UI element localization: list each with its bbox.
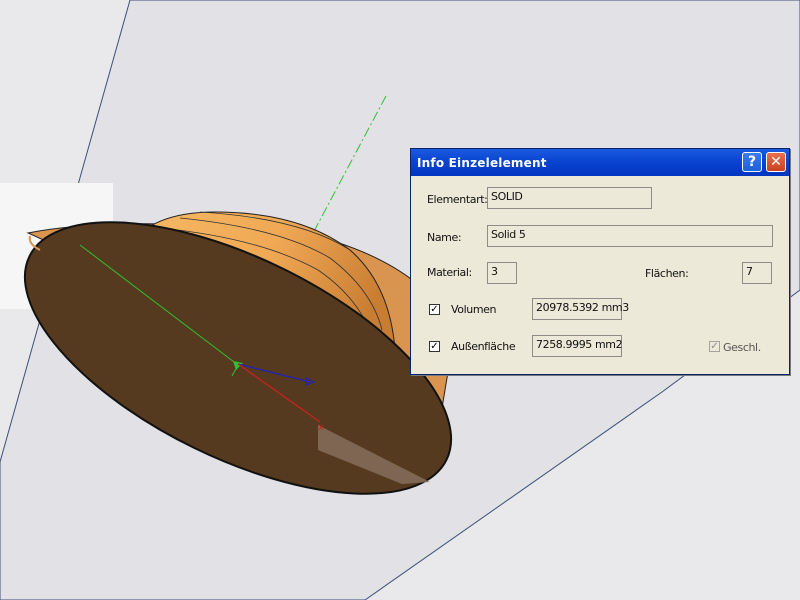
material-field: 3 — [487, 262, 517, 284]
flaechen-label: Flächen: — [645, 267, 689, 280]
geschl-checkbox: ✓ — [709, 341, 720, 352]
volumen-checkbox[interactable]: ✓ — [429, 304, 440, 315]
dialog-titlebar[interactable]: Info Einzelelement ? ✕ — [411, 149, 789, 176]
geschl-label: Geschl. — [723, 341, 761, 354]
dialog-title: Info Einzelelement — [417, 155, 547, 170]
info-dialog: Info Einzelelement ? ✕ Elementart: SOLID… — [410, 148, 790, 375]
aussenflaeche-label: Außenfläche — [451, 340, 516, 353]
material-label: Material: — [427, 266, 472, 279]
axis-x-label: x — [318, 422, 324, 433]
volumen-label: Volumen — [451, 303, 497, 316]
aussenflaeche-value-field: 7258.9995 mm2 — [532, 335, 623, 357]
aussenflaeche-checkbox[interactable]: ✓ — [429, 341, 440, 352]
name-field[interactable]: Solid 5 — [487, 225, 773, 247]
volumen-value-field: 20978.5392 mm3 — [532, 298, 629, 320]
flaechen-field: 7 — [742, 262, 772, 284]
name-label: Name: — [427, 231, 462, 244]
help-button[interactable]: ? — [742, 152, 762, 172]
elementart-label: Elementart: — [427, 193, 488, 206]
elementart-field: SOLID — [487, 187, 652, 209]
close-button[interactable]: ✕ — [766, 152, 786, 172]
